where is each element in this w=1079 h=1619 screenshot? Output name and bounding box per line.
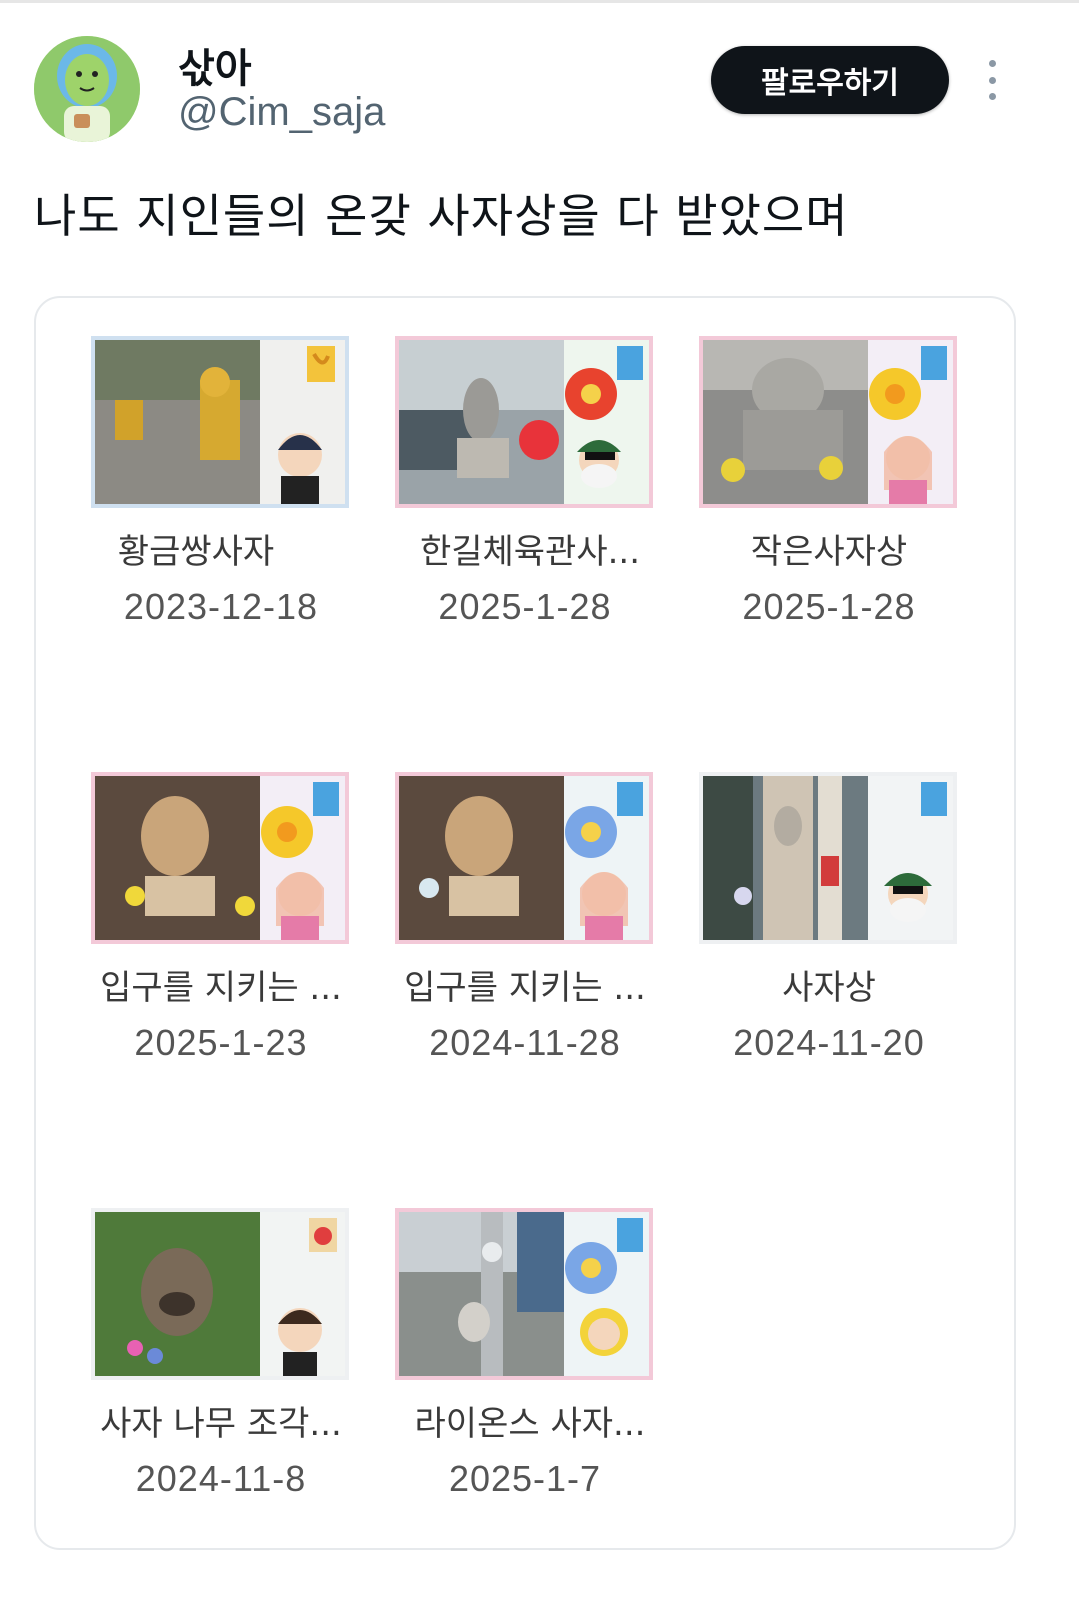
postcard-title: 라이온스 사자...	[414, 1404, 646, 1444]
media-card[interactable]: 황금쌍사자 2023-12-18 한길체육관사... 2025-1-28 작은사…	[34, 296, 1016, 1550]
postcard-thumbnail[interactable]	[91, 336, 349, 508]
postcard-thumbnail[interactable]	[91, 1208, 349, 1380]
postcard-date: 2025-1-23	[134, 1022, 308, 1063]
postcard-date: 2025-1-28	[438, 586, 612, 627]
postcard-title: 사자상	[782, 968, 876, 1008]
postcard-thumbnail[interactable]	[91, 772, 349, 944]
display-name[interactable]: 삯아	[178, 36, 252, 94]
postcard-title: 입구를 지키는 ...	[100, 968, 342, 1008]
postcard-date: 2025-1-7	[448, 1458, 602, 1499]
user-handle[interactable]: @Cim_saja	[178, 90, 385, 135]
postcard-title: 황금쌍사자	[117, 532, 275, 572]
postcard-date: 2023-12-18	[123, 586, 319, 627]
postcard-thumbnail[interactable]	[395, 336, 653, 508]
postcard-thumbnail[interactable]	[699, 336, 957, 508]
postcard-title: 입구를 지키는 ...	[404, 968, 646, 1008]
postcard-date: 2024-11-20	[733, 1022, 925, 1063]
avatar[interactable]	[34, 36, 140, 142]
postcard-thumbnail[interactable]	[395, 772, 653, 944]
postcard-date: 2024-11-28	[429, 1022, 621, 1063]
postcard-title: 사자 나무 조각...	[100, 1404, 342, 1444]
postcard-date: 2024-11-8	[135, 1458, 307, 1499]
follow-button[interactable]: 팔로우하기	[711, 46, 949, 114]
top-divider	[0, 0, 1079, 3]
tweet-text: 나도 지인들의 온갖 사자상을 다 받았으며	[34, 189, 849, 243]
postcard-title: 한길체육관사...	[419, 532, 641, 572]
postcard-thumbnail[interactable]	[699, 772, 957, 944]
postcard-date: 2025-1-28	[742, 586, 916, 627]
postcard-thumbnail[interactable]	[395, 1208, 653, 1380]
more-options-icon[interactable]	[978, 60, 1006, 100]
postcard-title: 작은사자상	[750, 532, 908, 572]
